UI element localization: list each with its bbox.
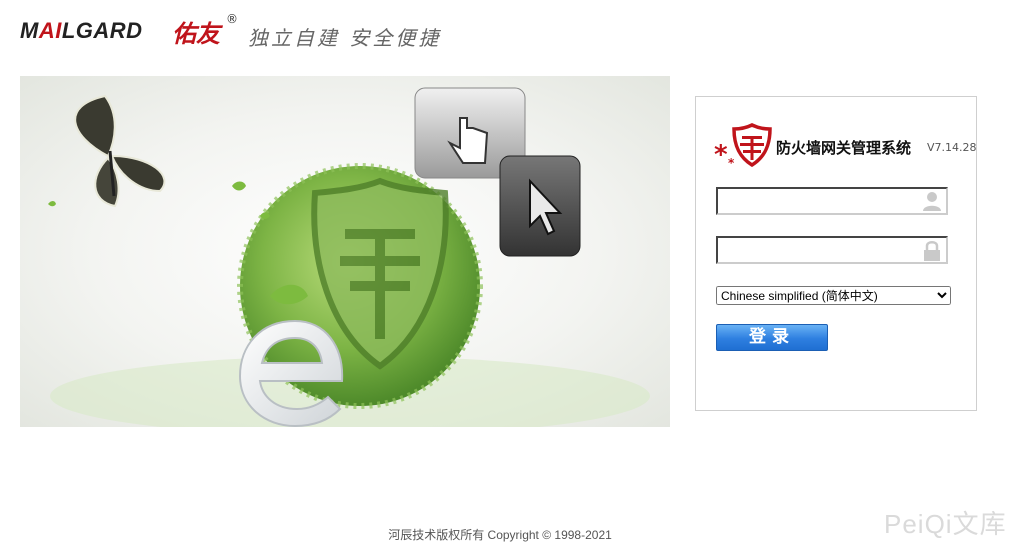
login-panel: * * 防火墙网关管理系统 V7.14.28 Chinese simplifie… [695, 96, 977, 411]
svg-text:*: * [728, 156, 735, 169]
lock-icon [924, 241, 940, 261]
banner-image [20, 76, 670, 427]
language-select[interactable]: Chinese simplified (简体中文) [716, 286, 951, 305]
login-button[interactable]: 登录 [716, 324, 828, 351]
butterfly-icon [74, 94, 166, 208]
user-icon [923, 192, 941, 211]
username-input[interactable] [720, 190, 920, 214]
svg-text:*: * [714, 140, 728, 169]
banner-illustration [48, 87, 650, 427]
password-input[interactable] [720, 239, 920, 263]
slogan: 独立自建 安全便捷 [248, 26, 442, 50]
registered-mark: ® [226, 12, 238, 26]
login-brand: * * 防火墙网关管理系统 V7.14.28 [714, 123, 977, 169]
username-field [716, 187, 948, 215]
logo-wordmark: MAILGARD [20, 18, 143, 44]
system-title: 防火墙网关管理系统 [776, 139, 912, 157]
watermark: PeiQi文库 [884, 509, 1007, 539]
header: MAILGARD 佑友 ® 独立自建 安全便捷 [0, 0, 1024, 70]
version-label: V7.14.28 [927, 141, 977, 154]
shield-icon: * * [714, 123, 772, 169]
logo-cn: 佑友 [172, 19, 220, 48]
password-field [716, 236, 948, 264]
logo-text: MAILGARD [20, 18, 143, 43]
footer-copyright: 河辰技术版权所有 Copyright © 1998-2021 [388, 528, 612, 542]
